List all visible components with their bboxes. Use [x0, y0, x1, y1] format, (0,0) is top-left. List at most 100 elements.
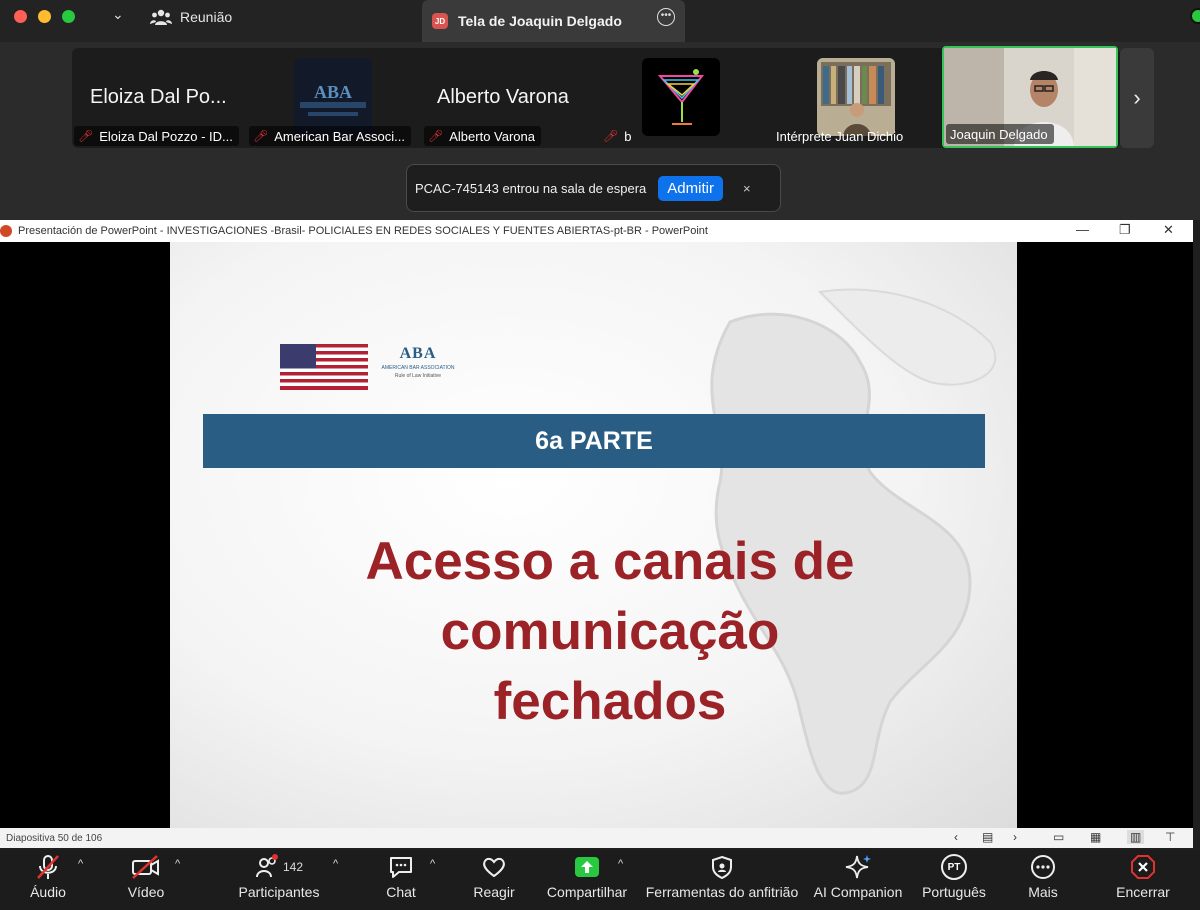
meeting-toolbar: Áudio ^ Vídeo ^ 142 Participantes ^ Chat…	[0, 850, 1200, 910]
slide-menu-icon[interactable]: ▤	[982, 830, 993, 844]
mic-muted-icon: 🎤︎	[253, 129, 269, 143]
fullscreen-window-button[interactable]	[62, 10, 75, 23]
tab-shared-screen-label: Tela de Joaquin Delgado	[458, 13, 622, 29]
slide-title-line: comunicação	[440, 602, 780, 661]
chat-options-caret[interactable]: ^	[430, 858, 435, 870]
participant-name-label: 🎤︎ Eloiza Dal Pozzo - ID...	[74, 126, 239, 146]
chat-label: Chat	[386, 884, 416, 900]
aba-logo: ABA AMERICAN BAR ASSOCIATION Rule of Law…	[378, 346, 458, 386]
active-speaker-tile[interactable]: Joaquin Delgado	[942, 46, 1118, 148]
chat-button[interactable]: Chat	[380, 850, 422, 910]
slide-title-line: Acesso a canais de	[365, 532, 855, 591]
participant-tile[interactable]: Alberto Varona 🎤︎ Alberto Varona	[422, 48, 597, 148]
ai-companion-label: AI Companion	[813, 884, 903, 900]
powerpoint-icon	[0, 225, 12, 237]
video-button[interactable]: Vídeo	[122, 850, 170, 910]
waiting-room-notification: PCAC-745143 entrou na sala de espera Adm…	[406, 164, 781, 212]
chevron-right-icon: ›	[1133, 85, 1141, 110]
ai-companion-button[interactable]: AI Companion	[812, 850, 904, 910]
participant-name: Intérprete Juan Dichio	[776, 128, 904, 144]
chevron-down-icon[interactable]: ⌄	[112, 6, 124, 23]
reading-view-icon[interactable]: ▥	[1127, 830, 1145, 844]
powerpoint-status-bar: Diapositiva 50 de 106 ‹ ▤ › ▭ ▦ ▥ ⊤	[0, 828, 1193, 848]
react-label: Reagir	[473, 884, 515, 900]
restore-icon[interactable]: ❐	[1119, 222, 1131, 238]
minimize-window-button[interactable]	[38, 10, 51, 23]
us-flag	[280, 344, 368, 390]
previous-slide-icon[interactable]: ‹	[954, 830, 958, 844]
slide-title-line: fechados	[493, 672, 727, 731]
participant-name-label: Joaquin Delgado	[946, 124, 1054, 144]
participants-button[interactable]: 142 Participantes	[236, 850, 322, 910]
end-meeting-label: Encerrar	[1116, 884, 1170, 900]
powerpoint-title-bar: Presentación de PowerPoint - INVESTIGACI…	[0, 220, 1193, 242]
mic-muted-icon: 🎤︎	[428, 129, 444, 143]
video-off-icon	[130, 850, 162, 884]
end-meeting-button[interactable]: Encerrar	[1112, 850, 1174, 910]
normal-view-icon[interactable]: ▭	[1053, 830, 1064, 844]
more-label: Mais	[1028, 884, 1058, 900]
participant-tile[interactable]: Intérprete Juan Dichio	[772, 48, 947, 148]
tab-shared-screen[interactable]: JD Tela de Joaquin Delgado •••	[422, 0, 685, 42]
gallery-next-button[interactable]: ›	[1120, 48, 1154, 148]
close-window-button[interactable]	[14, 10, 27, 23]
more-options-icon[interactable]: •••	[657, 8, 675, 26]
cocktail-avatar	[642, 58, 720, 136]
title-bar: ⌄ Reunião JD Tela de Joaquin Delgado •••	[0, 0, 1200, 42]
react-button[interactable]: Reagir	[470, 850, 518, 910]
notification-message: PCAC-745143 entrou na sala de espera	[415, 180, 647, 196]
aba-logo-acronym: ABA	[399, 345, 437, 362]
participant-video	[817, 58, 895, 136]
participant-tile[interactable]: ABA 🎤︎ American Bar Associ...	[247, 48, 422, 148]
tab-meeting-label: Reunião	[180, 9, 233, 25]
more-icon	[1029, 850, 1057, 884]
share-screen-icon	[573, 850, 601, 884]
audio-options-caret[interactable]: ^	[78, 858, 83, 870]
tab-meeting[interactable]: Reunião	[150, 0, 232, 34]
video-label: Vídeo	[127, 884, 165, 900]
sparkle-icon	[844, 850, 872, 884]
host-tools-label: Ferramentas do anfitrião	[645, 884, 799, 900]
status-indicator-icon	[1190, 8, 1200, 24]
video-options-caret[interactable]: ^	[175, 858, 180, 870]
participant-tile[interactable]: 🎤︎ b	[597, 48, 772, 148]
share-label: Compartilhar	[546, 884, 628, 900]
meeting-icon	[150, 9, 172, 25]
participant-name-label: 🎤︎ Alberto Varona	[424, 126, 541, 146]
slideshow-icon[interactable]: ⊤	[1165, 830, 1175, 844]
participants-label: Participantes	[238, 884, 320, 900]
slide[interactable]: ABA AMERICAN BAR ASSOCIATION Rule of Law…	[170, 242, 1017, 828]
slideshow-area: ABA AMERICAN BAR ASSOCIATION Rule of Law…	[0, 242, 1193, 828]
close-icon[interactable]: ×	[743, 181, 751, 196]
host-tools-button[interactable]: Ferramentas do anfitrião	[644, 850, 800, 910]
svg-text:ABA: ABA	[314, 82, 352, 102]
slide-title: Acesso a canais de comunicação fechados	[230, 527, 990, 737]
mic-muted-icon: 🎤︎	[78, 129, 94, 143]
audio-button[interactable]: Áudio	[24, 850, 72, 910]
admit-button[interactable]: Admitir	[658, 175, 723, 201]
language-button[interactable]: PT Português	[918, 850, 990, 910]
next-slide-icon[interactable]: ›	[1013, 830, 1017, 844]
shield-icon	[710, 850, 734, 884]
participants-options-caret[interactable]: ^	[333, 858, 338, 870]
powerpoint-window-title: Presentación de PowerPoint - INVESTIGACI…	[18, 225, 708, 237]
participant-name: Eloiza Dal Pozzo - ID...	[99, 128, 233, 144]
slide-section-band: 6a PARTE	[203, 414, 985, 468]
audio-label: Áudio	[30, 884, 66, 900]
video-strip: Eloiza Dal Po... 🎤︎ Eloiza Dal Pozzo - I…	[72, 46, 1120, 148]
slide-sorter-icon[interactable]: ▦	[1090, 830, 1101, 844]
mic-muted-icon	[34, 850, 62, 884]
participant-name-label: Intérprete Juan Dichio	[772, 126, 909, 146]
end-meeting-icon	[1129, 850, 1157, 884]
aba-logo-name: AMERICAN BAR ASSOCIATION	[381, 365, 455, 371]
aba-logo-subtitle: Rule of Law Initiative	[394, 373, 442, 379]
minimize-icon[interactable]: —	[1076, 222, 1089, 237]
chat-icon	[387, 850, 415, 884]
slide-counter: Diapositiva 50 de 106	[6, 832, 103, 844]
share-options-caret[interactable]: ^	[618, 858, 623, 870]
participant-tile[interactable]: Eloiza Dal Po... 🎤︎ Eloiza Dal Pozzo - I…	[72, 48, 247, 148]
language-icon: PT	[941, 850, 967, 884]
aba-avatar: ABA	[294, 58, 372, 136]
more-button[interactable]: Mais	[1020, 850, 1066, 910]
close-icon[interactable]: ✕	[1163, 222, 1174, 238]
